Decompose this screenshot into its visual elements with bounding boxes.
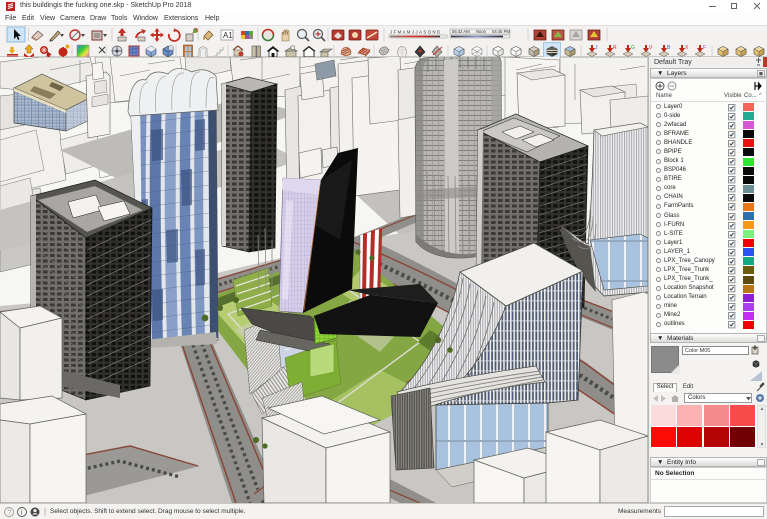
svg-text:Noon: Noon: [476, 29, 487, 34]
svg-text:J: J: [595, 45, 598, 51]
svg-text:V: V: [649, 45, 653, 51]
svg-text:JFMAMJJASOND: JFMAMJJASOND: [390, 30, 442, 35]
svg-text:G: G: [631, 45, 635, 51]
svg-text:A1: A1: [223, 31, 233, 40]
svg-text:?: ?: [7, 510, 11, 517]
svg-text:i: i: [21, 510, 23, 517]
svg-text:X: X: [685, 45, 689, 51]
svg-text:06:42 AM: 06:42 AM: [452, 29, 470, 34]
svg-text:B: B: [667, 45, 671, 51]
svg-text:F: F: [703, 45, 706, 51]
svg-text:R: R: [613, 45, 617, 51]
svg-text:04:45 PM: 04:45 PM: [492, 29, 510, 34]
